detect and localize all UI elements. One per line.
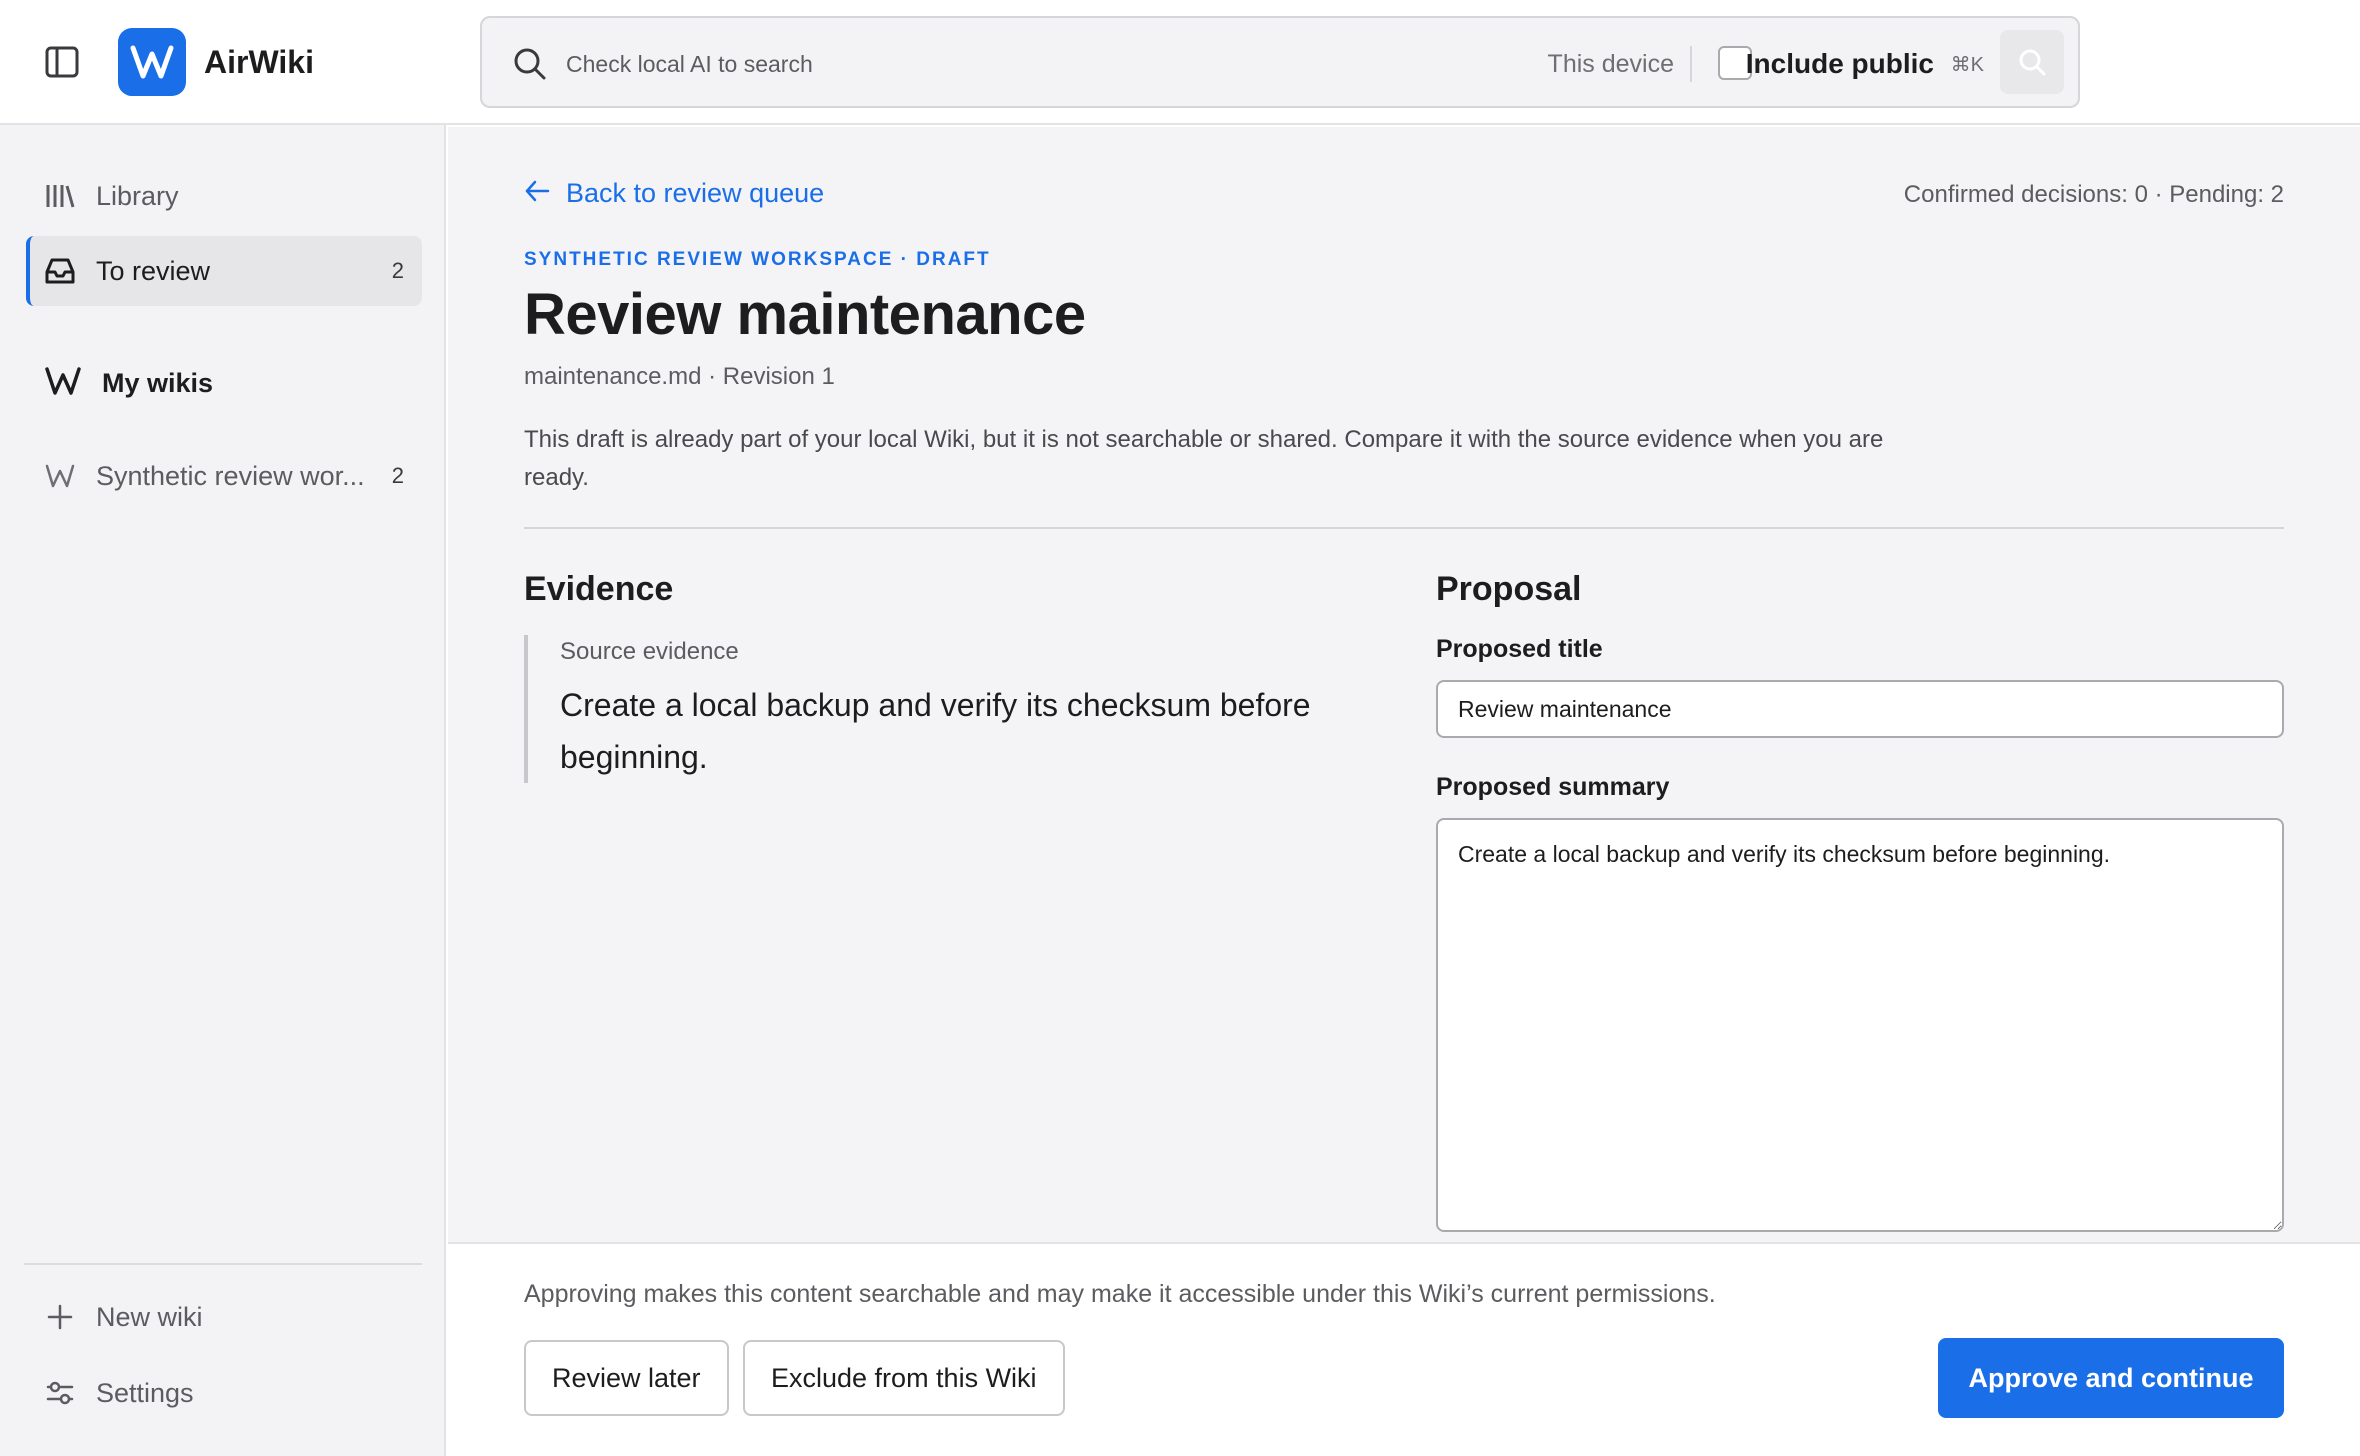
new-wiki-label: New wiki	[96, 1302, 203, 1332]
sidebar-item-label: Library	[96, 181, 179, 211]
file-meta: maintenance.md · Revision 1	[524, 363, 835, 390]
proposed-summary-textarea[interactable]: Create a local backup and verify its che…	[1436, 818, 2284, 1232]
new-wiki-button[interactable]: New wiki	[26, 1282, 422, 1352]
sidebar-item-library[interactable]: Library	[26, 161, 422, 231]
sidebar: Library To review 2 My wikis Synthetic r…	[0, 125, 446, 1456]
content-divider	[524, 527, 2284, 529]
proposed-summary-label: Proposed summary	[1436, 773, 1670, 801]
source-evidence-label: Source evidence	[560, 638, 739, 665]
include-public-label[interactable]: Include public	[1746, 46, 1934, 82]
approval-note: Approving makes this content searchable …	[524, 1280, 1716, 1308]
search-button[interactable]	[2000, 30, 2064, 94]
sidebar-item-label: Synthetic review wor...	[96, 461, 365, 491]
workspace-eyebrow: SYNTHETIC REVIEW WORKSPACE · DRAFT	[524, 249, 991, 270]
exclude-button[interactable]: Exclude from this Wiki	[743, 1340, 1065, 1416]
decision-status: Confirmed decisions: 0 · Pending: 2	[1903, 181, 2284, 208]
action-footer: Approving makes this content searchable …	[448, 1242, 2360, 1456]
search-submit-icon	[2019, 49, 2046, 76]
settings-button[interactable]: Settings	[26, 1358, 422, 1428]
settings-label: Settings	[96, 1378, 194, 1408]
wiki-count-badge: 2	[391, 463, 404, 488]
source-evidence-text: Create a local backup and verify its che…	[560, 687, 1311, 775]
sidebar-toggle-icon[interactable]	[44, 44, 82, 80]
app-logo	[118, 28, 186, 96]
search-bar: This device Include public ⌘K	[480, 16, 2080, 108]
library-icon	[42, 178, 78, 214]
review-count-badge: 2	[391, 258, 404, 283]
my-wikis-heading: My wikis	[44, 361, 213, 405]
search-divider	[1690, 46, 1692, 82]
proposed-title-input[interactable]	[1436, 680, 2284, 738]
review-later-button[interactable]: Review later	[524, 1340, 729, 1416]
sidebar-divider	[24, 1263, 422, 1265]
proposal-heading: Proposal	[1436, 570, 1582, 608]
search-input[interactable]	[566, 44, 1446, 84]
app-name: AirWiki	[204, 44, 314, 80]
source-evidence-quote: Source evidence Create a local backup an…	[524, 635, 1324, 783]
sidebar-item-to-review[interactable]: To review 2	[26, 236, 422, 306]
sidebar-item-wiki[interactable]: Synthetic review wor... 2	[26, 441, 422, 511]
page-title: Review maintenance	[524, 282, 1086, 347]
proposed-title-label: Proposed title	[1436, 635, 1603, 663]
arrow-left-icon	[524, 179, 550, 208]
plus-icon	[42, 1299, 78, 1335]
approve-button[interactable]: Approve and continue	[1938, 1338, 2284, 1418]
top-bar: AirWiki This device Include public ⌘K	[0, 0, 2360, 125]
intro-text: This draft is already part of your local…	[524, 426, 1884, 491]
evidence-heading: Evidence	[524, 570, 674, 608]
sidebar-item-label: To review	[96, 256, 211, 286]
back-to-queue-link[interactable]: Back to review queue	[524, 175, 824, 211]
settings-icon	[42, 1375, 78, 1411]
search-shortcut-hint: ⌘K	[1950, 54, 1984, 76]
wiki-icon	[42, 458, 78, 494]
search-scope-label: This device	[1547, 50, 1674, 78]
wiki-logo-icon	[44, 366, 82, 401]
inbox-icon	[42, 253, 78, 289]
search-icon	[512, 46, 548, 82]
main-content: Back to review queue Confirmed decisions…	[448, 127, 2360, 1242]
